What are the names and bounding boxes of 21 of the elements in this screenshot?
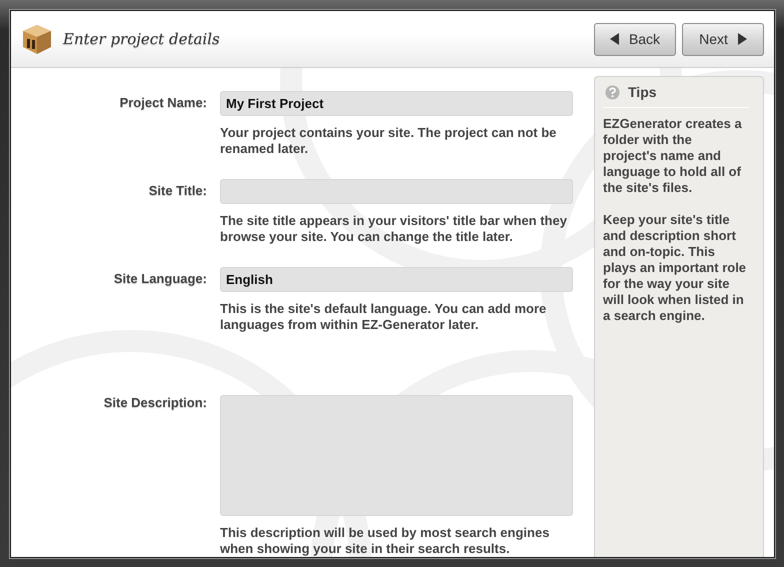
text-field[interactable]: English bbox=[220, 267, 573, 292]
text-field[interactable]: My First Project bbox=[220, 91, 573, 116]
help-text: This description will be used by most search engines when showing your site in their search results. bbox=[220, 525, 550, 557]
back-button[interactable]: Back bbox=[594, 22, 676, 56]
tip-paragraph: Keep your site's title and description short and on-topic. This plays an important role for the way your site will look when listed in a search engine. bbox=[603, 212, 748, 324]
tip-paragraph: EZGenerator creates a folder with the project's name and language to hold all of the site's files. bbox=[603, 116, 743, 196]
description-field[interactable] bbox=[220, 395, 573, 516]
help-text: The site title appears in your visitors' title bar when they browse your site. You can change the title later. bbox=[220, 213, 568, 245]
field-label: Project Name: bbox=[118, 94, 207, 112]
field-label: Site Language: bbox=[112, 270, 207, 288]
page-title: Enter project details bbox=[63, 30, 221, 48]
tips-title: Tips bbox=[628, 84, 657, 100]
next-button[interactable]: Next bbox=[682, 22, 764, 56]
help-text: Your project contains your site. The project can not be renamed later. bbox=[220, 125, 558, 157]
text-field[interactable] bbox=[220, 179, 573, 204]
left-triangle-icon bbox=[610, 33, 619, 45]
right-triangle-icon bbox=[738, 33, 747, 45]
help-icon bbox=[605, 84, 620, 100]
field-label: Site Title: bbox=[148, 182, 207, 200]
help-text: This is the site's default language. You can add more languages from within EZ-Generator later. bbox=[220, 301, 548, 333]
field-label: Site Description: bbox=[102, 395, 207, 412]
